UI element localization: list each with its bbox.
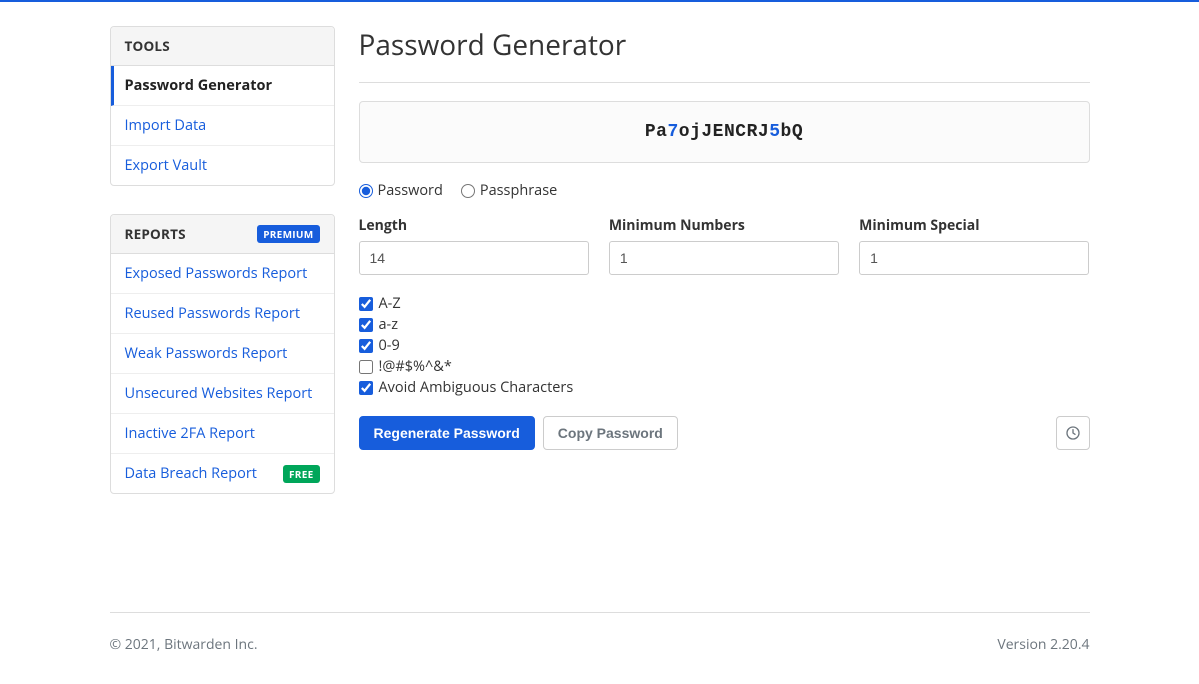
min-numbers-field: Minimum Numbers: [609, 216, 839, 275]
main-content: Password Generator Pa7ojJENCRJ5bQ Passwo…: [359, 26, 1090, 522]
sidebar-item-label: Reused Passwords Report: [125, 304, 301, 323]
sidebar-item-password-generator[interactable]: Password Generator: [111, 66, 334, 106]
sidebar-item-label: Import Data: [125, 116, 207, 135]
free-badge: FREE: [283, 465, 320, 483]
sidebar-item-data-breach[interactable]: Data Breach Report FREE: [111, 454, 334, 493]
check-avoid-ambiguous-label: Avoid Ambiguous Characters: [379, 377, 574, 398]
sidebar-item-import-data[interactable]: Import Data: [111, 106, 334, 146]
sidebar-item-label: Exposed Passwords Report: [125, 264, 308, 283]
radio-password-label: Password: [378, 181, 443, 200]
numeric-fields-row: Length Minimum Numbers Minimum Special: [359, 216, 1090, 275]
footer: © 2021, Bitwarden Inc. Version 2.20.4: [110, 612, 1090, 684]
check-digits-label: 0-9: [379, 335, 400, 356]
min-numbers-label: Minimum Numbers: [609, 216, 839, 235]
sidebar-item-label: Inactive 2FA Report: [125, 424, 255, 443]
check-digits[interactable]: 0-9: [359, 335, 1090, 356]
sidebar-item-label: Password Generator: [125, 76, 273, 95]
sidebar: TOOLS Password Generator Import Data Exp…: [110, 26, 335, 522]
min-special-input[interactable]: [859, 241, 1089, 275]
character-options: A-Z a-z 0-9 !@#$%^&* Avoid Ambiguous Cha…: [359, 293, 1090, 398]
check-avoid-ambiguous-input[interactable]: [359, 381, 373, 395]
sidebar-item-label: Weak Passwords Report: [125, 344, 288, 363]
sidebar-item-exposed-passwords[interactable]: Exposed Passwords Report: [111, 254, 334, 294]
title-separator: [359, 82, 1090, 83]
length-input[interactable]: [359, 241, 589, 275]
check-lowercase-label: a-z: [379, 314, 399, 335]
sidebar-item-label: Export Vault: [125, 156, 208, 175]
sidebar-item-label: Data Breach Report: [125, 464, 257, 483]
check-special-label: !@#$%^&*: [379, 356, 452, 377]
min-special-field: Minimum Special: [859, 216, 1089, 275]
radio-passphrase-input[interactable]: [461, 184, 475, 198]
check-uppercase-label: A-Z: [379, 293, 401, 314]
copy-button[interactable]: Copy Password: [543, 416, 678, 450]
radio-passphrase[interactable]: Passphrase: [461, 181, 557, 200]
radio-passphrase-label: Passphrase: [480, 181, 557, 200]
page-title: Password Generator: [359, 26, 1090, 64]
regenerate-button[interactable]: Regenerate Password: [359, 416, 535, 450]
check-uppercase[interactable]: A-Z: [359, 293, 1090, 314]
radio-password[interactable]: Password: [359, 181, 443, 200]
radio-password-input[interactable]: [359, 184, 373, 198]
history-button[interactable]: [1056, 416, 1090, 450]
check-special[interactable]: !@#$%^&*: [359, 356, 1090, 377]
tools-header: TOOLS: [111, 27, 334, 66]
check-lowercase-input[interactable]: [359, 318, 373, 332]
generated-password: Pa7ojJENCRJ5bQ: [645, 122, 803, 142]
tools-card: TOOLS Password Generator Import Data Exp…: [110, 26, 335, 186]
sidebar-item-unsecured-websites[interactable]: Unsecured Websites Report: [111, 374, 334, 414]
reports-card: REPORTS PREMIUM Exposed Passwords Report…: [110, 214, 335, 494]
sidebar-item-label: Unsecured Websites Report: [125, 384, 313, 403]
length-label: Length: [359, 216, 589, 235]
sidebar-item-inactive-2fa[interactable]: Inactive 2FA Report: [111, 414, 334, 454]
check-lowercase[interactable]: a-z: [359, 314, 1090, 335]
sidebar-item-reused-passwords[interactable]: Reused Passwords Report: [111, 294, 334, 334]
button-row: Regenerate Password Copy Password: [359, 416, 1090, 450]
reports-header-label: REPORTS: [125, 225, 186, 243]
footer-version: Version 2.20.4: [997, 635, 1089, 654]
check-special-input[interactable]: [359, 360, 373, 374]
footer-copyright: © 2021, Bitwarden Inc.: [110, 635, 258, 654]
check-digits-input[interactable]: [359, 339, 373, 353]
sidebar-item-export-vault[interactable]: Export Vault: [111, 146, 334, 185]
reports-header: REPORTS PREMIUM: [111, 215, 334, 254]
premium-badge: PREMIUM: [257, 225, 319, 243]
min-numbers-input[interactable]: [609, 241, 839, 275]
check-uppercase-input[interactable]: [359, 297, 373, 311]
generator-type-row: Password Passphrase: [359, 181, 1090, 200]
generated-password-box: Pa7ojJENCRJ5bQ: [359, 101, 1090, 163]
length-field: Length: [359, 216, 589, 275]
tools-header-label: TOOLS: [125, 37, 170, 55]
min-special-label: Minimum Special: [859, 216, 1089, 235]
sidebar-item-weak-passwords[interactable]: Weak Passwords Report: [111, 334, 334, 374]
check-avoid-ambiguous[interactable]: Avoid Ambiguous Characters: [359, 377, 1090, 398]
clock-icon: [1065, 425, 1081, 441]
